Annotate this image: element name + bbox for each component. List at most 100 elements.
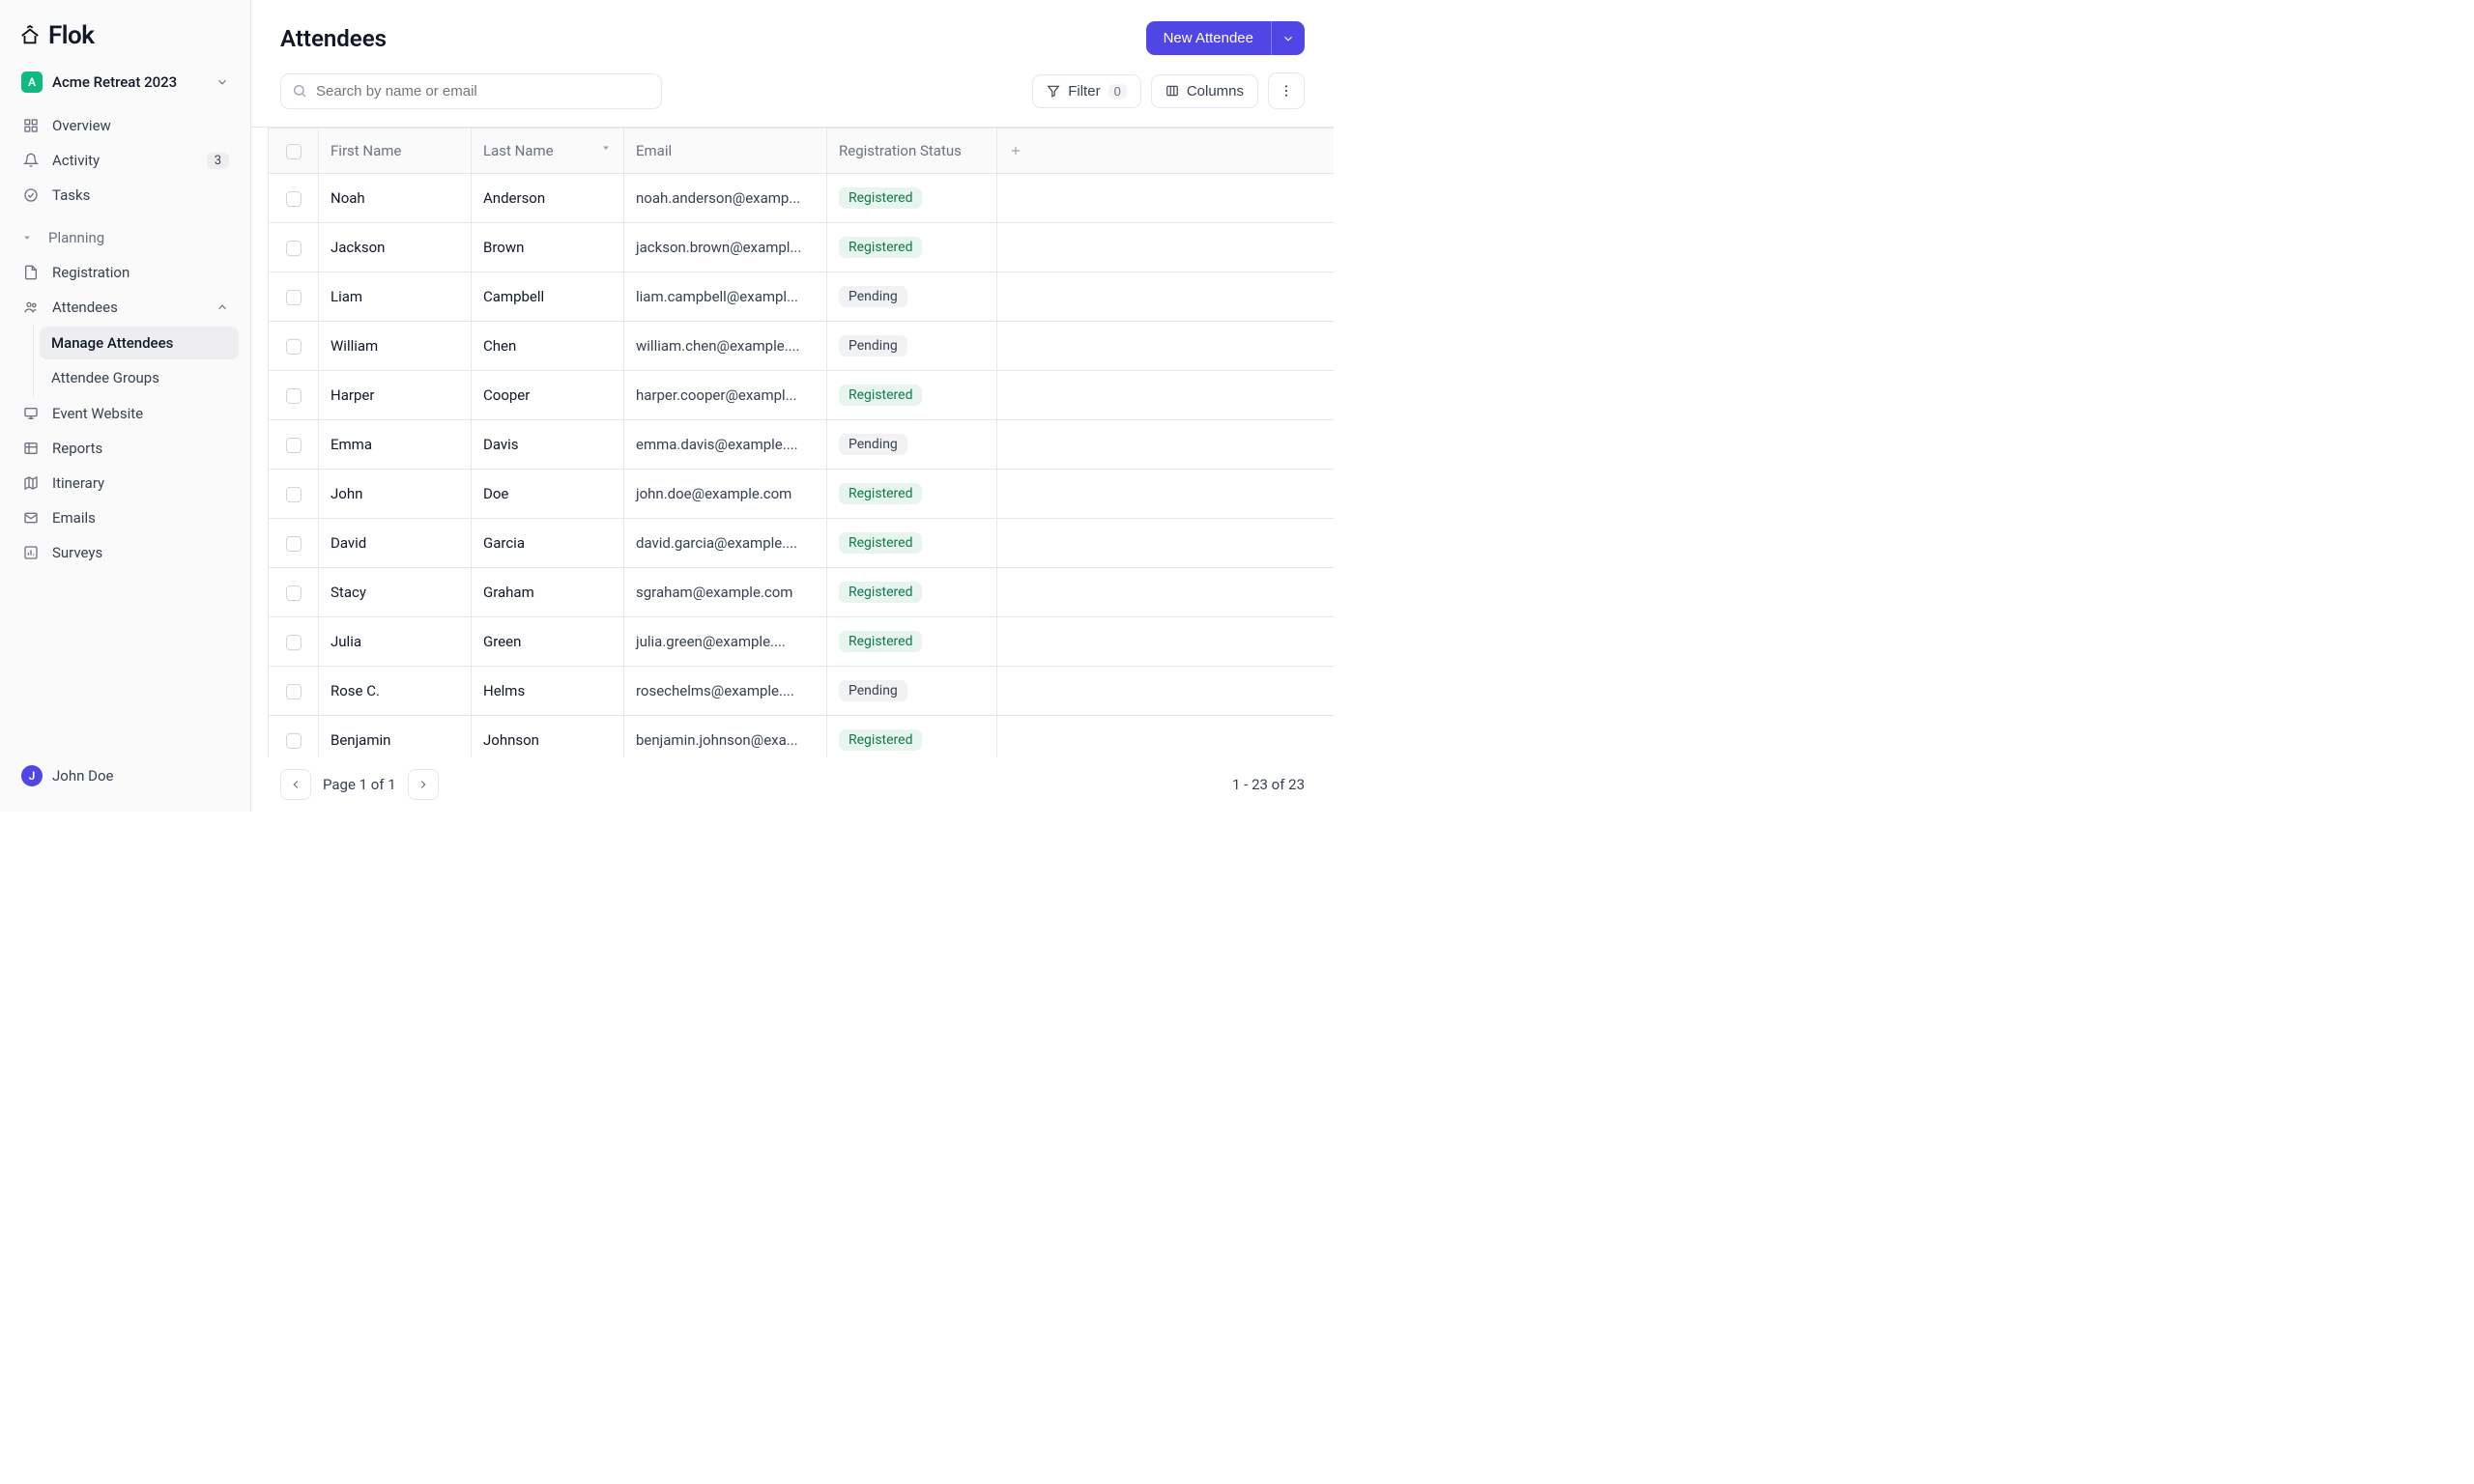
cell-status: Registered bbox=[827, 568, 997, 617]
nav-registration[interactable]: Registration bbox=[12, 255, 239, 290]
table-footer: Page 1 of 1 1 - 23 of 23 bbox=[251, 757, 1334, 812]
nav-attendees[interactable]: Attendees bbox=[12, 290, 239, 325]
cell-last-name: Anderson bbox=[472, 174, 624, 223]
sidebar: Flok A Acme Retreat 2023 Overview Activi… bbox=[0, 0, 251, 812]
table-row[interactable]: BenjaminJohnsonbenjamin.johnson@exa...Re… bbox=[269, 716, 1335, 757]
grid-icon bbox=[21, 118, 41, 133]
row-checkbox[interactable] bbox=[286, 191, 302, 207]
row-checkbox-cell bbox=[269, 272, 319, 322]
attendees-table: First Name Last Name Email Registration … bbox=[268, 128, 1334, 757]
nav-manage-attendees[interactable]: Manage Attendees bbox=[40, 327, 239, 359]
nav-label: Tasks bbox=[52, 186, 229, 204]
table-row[interactable]: StacyGrahamsgraham@example.comRegistered bbox=[269, 568, 1335, 617]
nav-section-planning[interactable]: Planning bbox=[12, 220, 239, 255]
new-attendee-button[interactable]: New Attendee bbox=[1146, 21, 1271, 55]
cell-status: Pending bbox=[827, 420, 997, 470]
row-checkbox[interactable] bbox=[286, 241, 302, 256]
cell-email: emma.davis@example.... bbox=[624, 420, 827, 470]
cell-first-name: Emma bbox=[319, 420, 472, 470]
cell-status: Pending bbox=[827, 272, 997, 322]
nav-emails[interactable]: Emails bbox=[12, 500, 239, 535]
nav-tasks[interactable]: Tasks bbox=[12, 178, 239, 213]
nav-overview[interactable]: Overview bbox=[12, 108, 239, 143]
user-name: John Doe bbox=[52, 767, 113, 785]
columns-button[interactable]: Columns bbox=[1151, 74, 1258, 108]
row-checkbox-cell bbox=[269, 420, 319, 470]
nav-event-website[interactable]: Event Website bbox=[12, 396, 239, 431]
header-status[interactable]: Registration Status bbox=[827, 128, 997, 174]
table-row[interactable]: DavidGarciadavid.garcia@example....Regis… bbox=[269, 519, 1335, 568]
table-row[interactable]: JuliaGreenjulia.green@example....Registe… bbox=[269, 617, 1335, 667]
status-badge: Registered bbox=[839, 483, 922, 504]
row-checkbox[interactable] bbox=[286, 388, 302, 404]
cell-first-name: Rose C. bbox=[319, 667, 472, 716]
filter-button[interactable]: Filter 0 bbox=[1032, 74, 1141, 108]
bar-chart-icon bbox=[21, 545, 41, 560]
cell-email: liam.campbell@exampl... bbox=[624, 272, 827, 322]
row-checkbox[interactable] bbox=[286, 733, 302, 749]
header-last-name[interactable]: Last Name bbox=[472, 128, 624, 174]
table-row[interactable]: LiamCampbellliam.campbell@exampl...Pendi… bbox=[269, 272, 1335, 322]
table-row[interactable]: Rose C.Helmsrosechelms@example....Pendin… bbox=[269, 667, 1335, 716]
nav-activity[interactable]: Activity 3 bbox=[12, 143, 239, 178]
row-checkbox[interactable] bbox=[286, 290, 302, 305]
cell-first-name: Jackson bbox=[319, 223, 472, 272]
nav-attendee-groups[interactable]: Attendee Groups bbox=[40, 361, 239, 394]
workspace-switcher[interactable]: A Acme Retreat 2023 bbox=[12, 66, 239, 99]
current-user[interactable]: J John Doe bbox=[12, 757, 239, 794]
row-checkbox[interactable] bbox=[286, 438, 302, 453]
table-row[interactable]: HarperCooperharper.cooper@exampl...Regis… bbox=[269, 371, 1335, 420]
cell-status: Pending bbox=[827, 667, 997, 716]
row-checkbox[interactable] bbox=[286, 536, 302, 552]
status-badge: Pending bbox=[839, 434, 907, 455]
cell-email: noah.anderson@examp... bbox=[624, 174, 827, 223]
cell-status: Registered bbox=[827, 223, 997, 272]
main-content: Attendees New Attendee Filter 0 bbox=[251, 0, 1334, 812]
page-label: Page 1 of 1 bbox=[323, 776, 396, 793]
more-actions-button[interactable] bbox=[1268, 72, 1305, 109]
cell-last-name: Cooper bbox=[472, 371, 624, 420]
row-checkbox[interactable] bbox=[286, 487, 302, 502]
cell-email: jackson.brown@exampl... bbox=[624, 223, 827, 272]
avatar: J bbox=[21, 765, 43, 786]
nav-reports[interactable]: Reports bbox=[12, 431, 239, 466]
nav-label: Surveys bbox=[52, 544, 229, 561]
nav-itinerary[interactable]: Itinerary bbox=[12, 466, 239, 500]
row-checkbox[interactable] bbox=[286, 585, 302, 601]
status-badge: Registered bbox=[839, 187, 922, 209]
new-attendee-dropdown[interactable] bbox=[1271, 21, 1305, 55]
nav-surveys[interactable]: Surveys bbox=[12, 535, 239, 570]
table-row[interactable]: NoahAndersonnoah.anderson@examp...Regist… bbox=[269, 174, 1335, 223]
page-header: Attendees New Attendee bbox=[251, 0, 1334, 55]
table-row[interactable]: JohnDoejohn.doe@example.comRegistered bbox=[269, 470, 1335, 519]
search-input[interactable] bbox=[280, 73, 662, 109]
header-email[interactable]: Email bbox=[624, 128, 827, 174]
row-checkbox[interactable] bbox=[286, 684, 302, 699]
chevron-down-icon bbox=[21, 232, 37, 243]
next-page-button[interactable] bbox=[408, 769, 439, 800]
cell-status: Registered bbox=[827, 371, 997, 420]
row-checkbox-cell bbox=[269, 716, 319, 757]
monitor-icon bbox=[21, 406, 41, 421]
bell-icon bbox=[21, 153, 41, 168]
header-checkbox-cell bbox=[269, 128, 319, 174]
cell-email: harper.cooper@exampl... bbox=[624, 371, 827, 420]
select-all-checkbox[interactable] bbox=[286, 144, 302, 159]
cell-extra bbox=[997, 617, 1335, 667]
header-add-column[interactable] bbox=[997, 128, 1335, 174]
search-wrap bbox=[280, 73, 662, 109]
table-row[interactable]: WilliamChenwilliam.chen@example....Pendi… bbox=[269, 322, 1335, 371]
pager: Page 1 of 1 bbox=[280, 769, 439, 800]
table-row[interactable]: EmmaDavisemma.davis@example....Pending bbox=[269, 420, 1335, 470]
prev-page-button[interactable] bbox=[280, 769, 311, 800]
cell-last-name: Campbell bbox=[472, 272, 624, 322]
table-row[interactable]: JacksonBrownjackson.brown@exampl...Regis… bbox=[269, 223, 1335, 272]
cell-status: Registered bbox=[827, 716, 997, 757]
row-checkbox[interactable] bbox=[286, 635, 302, 650]
header-first-name[interactable]: First Name bbox=[319, 128, 472, 174]
cell-first-name: Harper bbox=[319, 371, 472, 420]
row-checkbox[interactable] bbox=[286, 339, 302, 355]
table-wrap[interactable]: First Name Last Name Email Registration … bbox=[251, 127, 1334, 757]
cell-first-name: William bbox=[319, 322, 472, 371]
cell-extra bbox=[997, 272, 1335, 322]
